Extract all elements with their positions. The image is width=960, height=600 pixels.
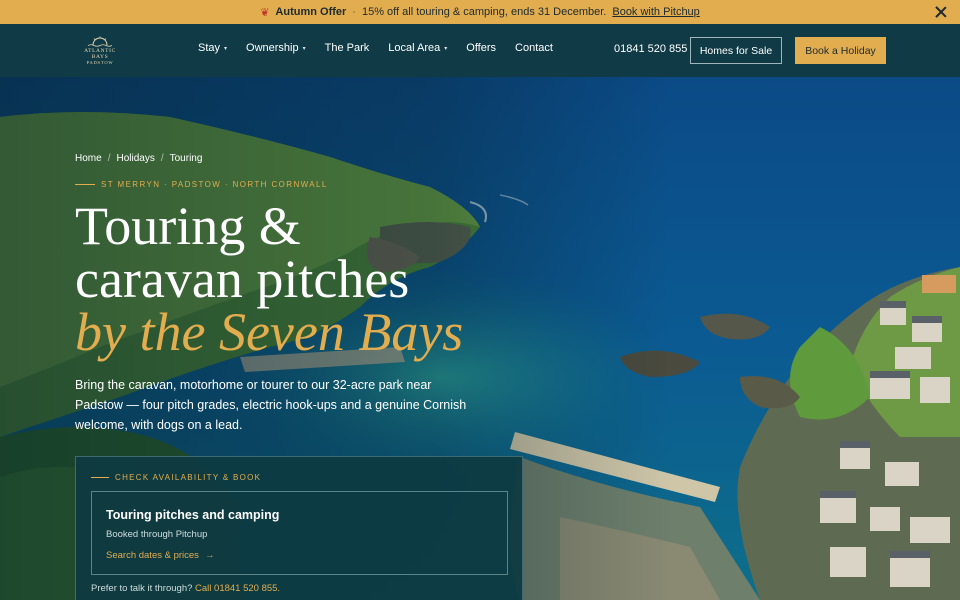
nav-item-stay[interactable]: Stay ▾: [198, 42, 227, 54]
nav-item-label: Contact: [515, 42, 553, 54]
leaf-icon: ❦: [260, 6, 270, 19]
search-dates-label: Search dates & prices: [106, 550, 199, 561]
nav-item-ownership[interactable]: Ownership ▾: [246, 42, 306, 54]
nav-item-local-area[interactable]: Local Area ▾: [388, 42, 447, 54]
footer-text: Prefer to talk it through?: [91, 583, 193, 594]
breadcrumb-separator: /: [107, 153, 111, 164]
arrow-right-icon: →: [204, 550, 215, 561]
nav-item-contact[interactable]: Contact: [515, 42, 553, 54]
primary-menu: Stay ▾ Ownership ▾ The Park Local Area ▾ Of…: [198, 42, 553, 54]
nav-item-label: Local Area: [388, 42, 441, 54]
close-icon[interactable]: [934, 5, 948, 19]
nav-item-the-park[interactable]: The Park: [325, 42, 370, 54]
title-line-2: caravan pitches: [75, 249, 410, 309]
nav-item-label: Offers: [466, 42, 497, 54]
eyebrow-text: ST MERRYN · PADSTOW · NORTH CORNWALL: [101, 180, 328, 189]
nav-item-label: Ownership: [246, 42, 299, 54]
chevron-down-icon: ▾: [444, 45, 448, 52]
booking-option-title: Touring pitches and camping: [106, 508, 280, 522]
breadcrumb: Home / Holidays / Touring: [75, 153, 202, 164]
search-dates-link[interactable]: Search dates & prices →: [106, 550, 214, 561]
call-phone-link[interactable]: Call 01841 520 855.: [195, 583, 280, 594]
chevron-down-icon: ▾: [302, 45, 306, 52]
booking-option-subtitle: Booked through Pitchup: [106, 529, 208, 540]
title-accent: by the Seven Bays: [75, 302, 464, 362]
kicker-rule: [91, 477, 109, 478]
book-holiday-button[interactable]: Book a Holiday: [795, 37, 886, 64]
sunrise-icon: [87, 36, 113, 47]
booking-card-kicker: CHECK AVAILABILITY & BOOK: [91, 473, 261, 482]
booking-option[interactable]: Touring pitches and camping Booked throu…: [91, 491, 508, 575]
nav-item-offers[interactable]: Offers: [466, 42, 496, 54]
announcement-separator: ·: [352, 6, 356, 18]
chevron-down-icon: ▾: [224, 45, 228, 52]
kicker-text: CHECK AVAILABILITY & BOOK: [115, 473, 262, 482]
nav-phone-link[interactable]: 01841 520 855: [614, 43, 687, 55]
booking-card-footer: Prefer to talk it through? Call 01841 52…: [91, 583, 280, 594]
site-logo[interactable]: ATLANTIC BAYS PADSTOW: [76, 36, 124, 66]
hero-eyebrow: ST MERRYN · PADSTOW · NORTH CORNWALL: [75, 180, 328, 189]
announcement-title: Autumn Offer: [275, 6, 347, 18]
logo-place: PADSTOW: [86, 60, 114, 65]
breadcrumb-home[interactable]: Home: [75, 153, 102, 164]
announcement-text: 15% off all touring & camping, ends 31 D…: [361, 6, 607, 18]
announcement-bar: ❦ Autumn Offer · 15% off all touring & c…: [0, 0, 960, 24]
title-line-1: Touring &: [75, 196, 301, 256]
announcement-link[interactable]: Book with Pitchup: [612, 6, 699, 18]
main-nav: ATLANTIC BAYS PADSTOW Stay ▾ Ownership ▾ T…: [0, 24, 960, 77]
homes-for-sale-button[interactable]: Homes for Sale: [690, 37, 782, 64]
breadcrumb-holidays[interactable]: Holidays: [116, 153, 154, 164]
page-title: Touring & caravan pitches by the Seven B…: [75, 196, 464, 362]
hero-section: Home / Holidays / Touring ST MERRYN · PA…: [0, 77, 960, 600]
booking-card: CHECK AVAILABILITY & BOOK Touring pitche…: [75, 456, 523, 600]
breadcrumb-current: Touring: [169, 153, 203, 164]
logo-name: ATLANTIC BAYS: [84, 48, 116, 60]
nav-item-label: Stay: [198, 42, 221, 54]
hero-description: Bring the caravan, motorhome or tourer t…: [75, 378, 467, 432]
breadcrumb-separator: /: [160, 153, 164, 164]
eyebrow-rule: [75, 184, 95, 185]
nav-item-label: The Park: [324, 42, 370, 54]
